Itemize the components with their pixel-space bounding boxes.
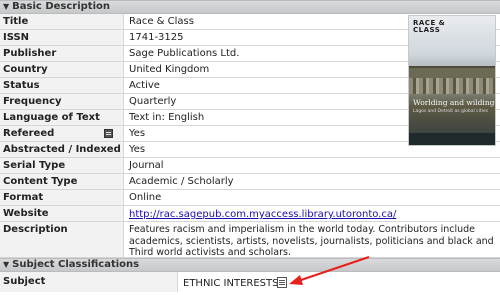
field-label: Description [0,222,124,257]
cover-bottom-strip [409,133,495,145]
field-value: 1741-3125 [129,32,184,43]
field-row-serial-type: Serial Type Journal [0,158,500,174]
field-row-description: Description Features racism and imperial… [0,222,500,258]
field-value: Quarterly [129,96,177,107]
journal-cover-image: RACE & CLASS Worlding and wilding Lagos … [408,15,496,146]
field-label: Language of Text [0,110,124,125]
section-header-basic-description[interactable]: ▼ Basic Description [0,0,500,14]
section-header-subject-classifications[interactable]: ▼ Subject Classifications [0,258,500,272]
field-value: Academic / Scholarly [129,176,234,187]
field-label: Title [0,14,124,29]
field-value: Sage Publications Ltd. [129,48,240,59]
field-value: Race & Class [129,16,194,27]
collapse-triangle-icon[interactable]: ▼ [3,259,9,271]
field-row-format: Format Online [0,190,500,206]
field-label: Publisher [0,46,124,61]
subject-value[interactable]: ETHNIC INTERESTS [182,272,279,291]
cover-title-line2: CLASS [413,26,441,34]
field-label: Serial Type [0,158,124,173]
subject-doc-icon[interactable] [277,277,287,288]
field-label: Format [0,190,124,205]
field-label-text: Refereed [3,128,55,139]
field-value: Yes [129,144,146,155]
field-label: Content Type [0,174,124,189]
cover-journal-title: RACE & CLASS [413,20,445,34]
field-row-subject: Subject ETHNIC INTERESTS [0,272,500,292]
cover-settlement [409,78,495,94]
description-text: Features racism and imperialism in the w… [129,224,494,258]
field-value: United Kingdom [129,64,210,75]
section-title: Subject Classifications [12,259,140,270]
cover-issue-subtitle: Lagos and Detroit as global cities [413,109,489,114]
section-title: Basic Description [12,1,110,12]
field-row-content-type: Content Type Academic / Scholarly [0,174,500,190]
field-label: Status [0,78,124,93]
field-value: Text in: English [129,112,205,123]
field-row-website: Website http://rac.sagepub.com.myaccess.… [0,206,500,222]
field-value: Journal [129,160,164,171]
field-value: Online [129,192,162,203]
field-value: Active [129,80,160,91]
field-label: Refereed [0,126,124,141]
field-label: Abstracted / Indexed [0,142,124,157]
field-label: Website [0,206,124,221]
field-value: Yes [129,128,146,139]
field-label: ISSN [0,30,124,45]
field-label: Frequency [0,94,124,109]
field-label: Country [0,62,124,77]
collapse-triangle-icon[interactable]: ▼ [3,1,9,13]
cover-issue-title: Worlding and wilding [413,98,495,107]
refereed-note-icon[interactable] [104,129,113,138]
website-link[interactable]: http://rac.sagepub.com.myaccess.library.… [129,209,396,220]
field-label: Subject [0,272,178,292]
